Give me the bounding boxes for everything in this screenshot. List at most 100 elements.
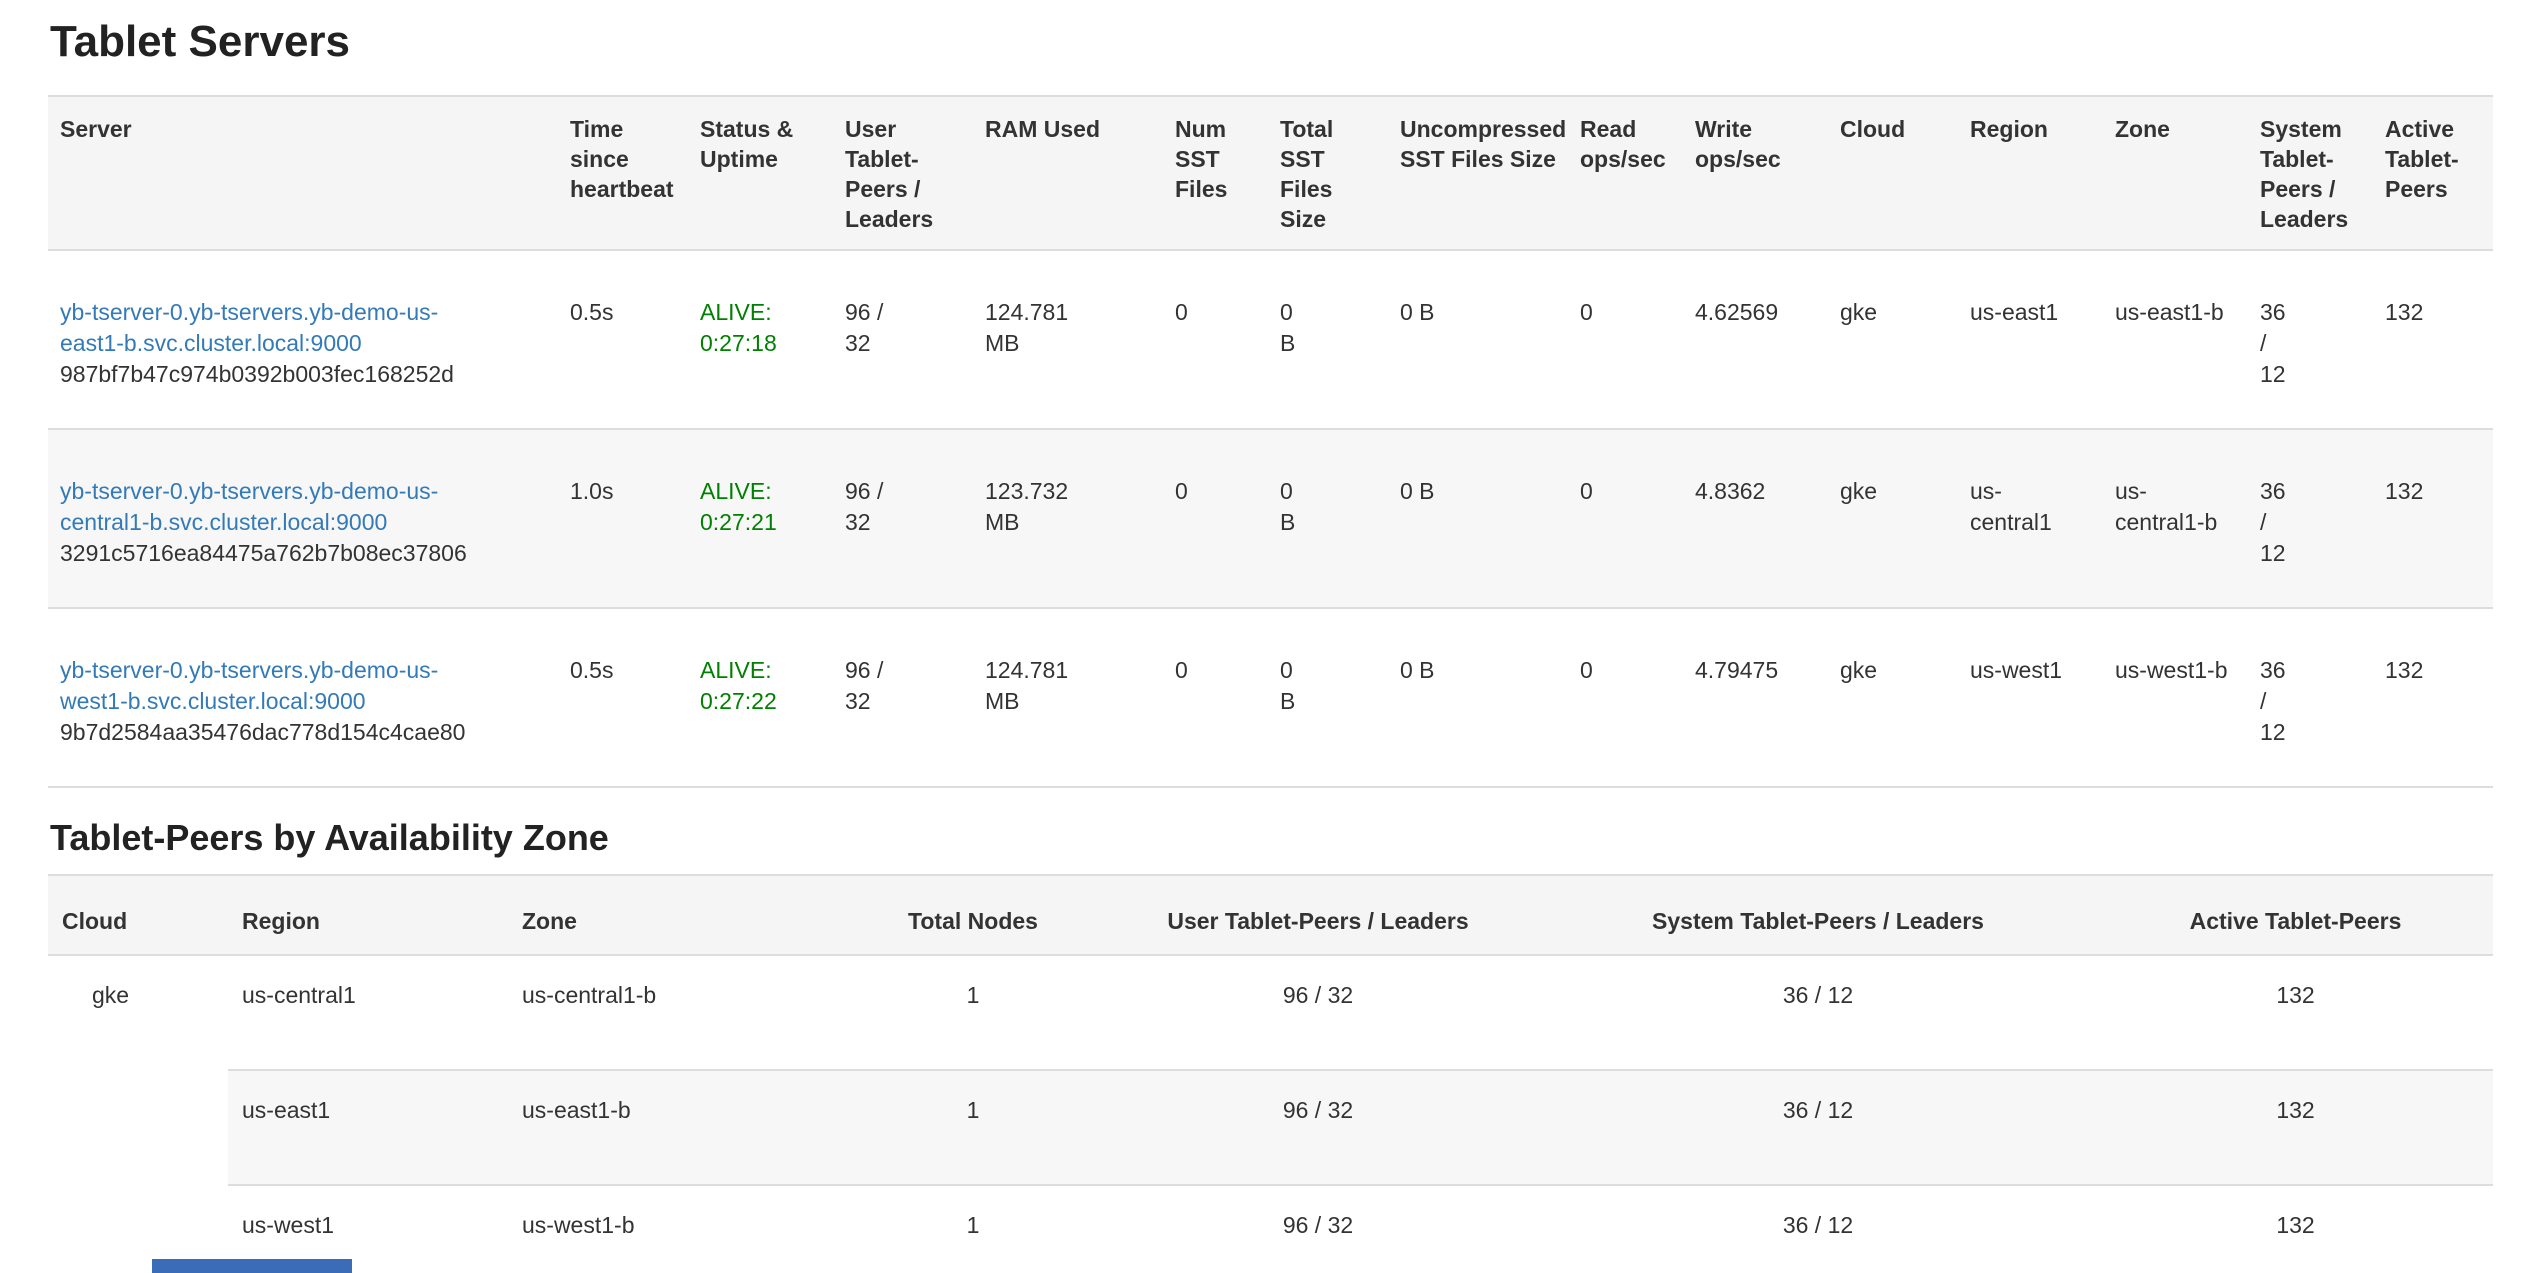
tablet-server-row: yb-tserver-0.yb-tservers.yb-demo-us-east… [48, 250, 2493, 429]
total-sst-size-value: 0 B [1280, 297, 1300, 359]
cell-zone: us-east1-b [508, 1070, 848, 1185]
az-header-row: Cloud Region Zone Total Nodes User Table… [48, 875, 2493, 955]
cell-read-ops: 0 [1568, 250, 1683, 429]
cell-system-tablet-peers: 36 / 12 [2248, 608, 2373, 787]
cell-time-since-heartbeat: 0.5s [558, 608, 688, 787]
col-header-num-sst-files: Num SST Files [1163, 96, 1268, 250]
cell-region: us-east1 [228, 1070, 508, 1185]
cell-total-sst-size: 0 B [1268, 250, 1388, 429]
col-header-zone: Zone [508, 875, 848, 955]
col-header-ram-used: RAM Used [973, 96, 1163, 250]
cell-cloud: gke [1828, 250, 1958, 429]
cell-system-tablet-peers: 36 / 12 [2248, 429, 2373, 608]
cell-ram-used: 124.781 MB [973, 608, 1163, 787]
cell-uncompressed-sst-size: 0 B [1388, 608, 1568, 787]
cell-user-tablet-peers: 96 / 32 [1098, 1185, 1538, 1273]
server-link[interactable]: yb-tserver-0.yb-tservers.yb-demo-us-west… [60, 657, 438, 714]
server-link[interactable]: yb-tserver-0.yb-tservers.yb-demo-us-east… [60, 299, 438, 356]
cell-zone: us-west1-b [2103, 608, 2248, 787]
tablet-server-row: yb-tserver-0.yb-tservers.yb-demo-us-west… [48, 608, 2493, 787]
cell-user-tablet-peers: 96 / 32 [1098, 1070, 1538, 1185]
cell-status-uptime: ALIVE: 0:27:22 [688, 608, 833, 787]
col-header-user-tablet-peers: User Tablet-Peers / Leaders [1098, 875, 1538, 955]
cell-server: yb-tserver-0.yb-tservers.yb-demo-us-east… [48, 250, 558, 429]
system-tablet-peers-value: 36 / 12 [2260, 655, 2294, 748]
cell-region: us-west1 [1958, 608, 2103, 787]
col-header-user-tablet-peers: User Tablet-Peers / Leaders [833, 96, 973, 250]
cell-system-tablet-peers: 36 / 12 [2248, 250, 2373, 429]
col-header-zone: Zone [2103, 96, 2248, 250]
cell-active-tablet-peers: 132 [2098, 1070, 2493, 1185]
col-header-read-ops: Read ops/sec [1568, 96, 1683, 250]
cell-write-ops: 4.8362 [1683, 429, 1828, 608]
ram-used-value: 124.781 MB [985, 297, 1080, 359]
cell-write-ops: 4.62569 [1683, 250, 1828, 429]
cell-time-since-heartbeat: 0.5s [558, 250, 688, 429]
cell-zone: us-east1-b [2103, 250, 2248, 429]
status-alive-text: ALIVE: 0:27:18 [700, 299, 777, 356]
cell-total-sst-size: 0 B [1268, 429, 1388, 608]
col-header-region: Region [1958, 96, 2103, 250]
server-link[interactable]: yb-tserver-0.yb-tservers.yb-demo-us-cent… [60, 478, 438, 535]
cell-active-tablet-peers: 132 [2098, 1185, 2493, 1273]
server-uuid: 987bf7b47c974b0392b003fec168252d [60, 359, 494, 390]
cell-total-nodes: 1 [848, 1070, 1098, 1185]
cell-region: us-central1 [228, 955, 508, 1070]
col-header-active-tablet-peers: Active Tablet-Peers [2098, 875, 2493, 955]
az-table: Cloud Region Zone Total Nodes User Table… [48, 874, 2493, 1273]
cell-user-tablet-peers: 96 / 32 [1098, 955, 1538, 1070]
cell-read-ops: 0 [1568, 429, 1683, 608]
az-row: gke us-central1 us-central1-b 1 96 / 32 … [48, 955, 2493, 1070]
region-value: us-central1 [1970, 476, 2065, 538]
system-tablet-peers-value: 36 / 12 [2260, 476, 2294, 569]
col-header-time-since-heartbeat: Time since heartbeat [558, 96, 688, 250]
col-header-status-uptime: Status & Uptime [688, 96, 833, 250]
cell-uncompressed-sst-size: 0 B [1388, 429, 1568, 608]
cell-user-tablet-peers: 96 / 32 [833, 429, 973, 608]
cell-read-ops: 0 [1568, 608, 1683, 787]
ram-used-value: 123.732 MB [985, 476, 1080, 538]
cell-active-tablet-peers: 132 [2373, 608, 2493, 787]
cell-total-sst-size: 0 B [1268, 608, 1388, 787]
server-uuid: 9b7d2584aa35476dac778d154c4cae80 [60, 717, 494, 748]
cell-num-sst-files: 0 [1163, 608, 1268, 787]
col-header-active-tablet-peers: Active Tablet-Peers [2373, 96, 2493, 250]
cell-system-tablet-peers: 36 / 12 [1538, 1070, 2098, 1185]
cell-zone: us-central1-b [508, 955, 848, 1070]
az-row: us-west1 us-west1-b 1 96 / 32 36 / 12 13… [48, 1185, 2493, 1273]
system-tablet-peers-value: 36 / 12 [2260, 297, 2294, 390]
cell-ram-used: 123.732 MB [973, 429, 1163, 608]
status-alive-text: ALIVE: 0:27:22 [700, 657, 777, 714]
cell-cloud: gke [48, 955, 228, 1273]
ram-used-value: 124.781 MB [985, 655, 1080, 717]
col-header-system-tablet-peers: System Tablet-Peers / Leaders [1538, 875, 2098, 955]
cell-total-nodes: 1 [848, 1185, 1098, 1273]
total-sst-size-value: 0 B [1280, 476, 1300, 538]
cell-write-ops: 4.79475 [1683, 608, 1828, 787]
cell-server: yb-tserver-0.yb-tservers.yb-demo-us-west… [48, 608, 558, 787]
tablet-servers-header-row: Server Time since heartbeat Status & Upt… [48, 96, 2493, 250]
cell-uncompressed-sst-size: 0 B [1388, 250, 1568, 429]
cell-active-tablet-peers: 132 [2098, 955, 2493, 1070]
cell-num-sst-files: 0 [1163, 429, 1268, 608]
cell-user-tablet-peers: 96 / 32 [833, 608, 973, 787]
cell-status-uptime: ALIVE: 0:27:21 [688, 429, 833, 608]
region-value: us-east1 [1970, 297, 2065, 328]
cell-active-tablet-peers: 132 [2373, 429, 2493, 608]
status-alive-text: ALIVE: 0:27:21 [700, 478, 777, 535]
col-header-uncompressed-sst-size: Uncompressed SST Files Size [1388, 96, 1568, 250]
cell-ram-used: 124.781 MB [973, 250, 1163, 429]
col-header-write-ops: Write ops/sec [1683, 96, 1828, 250]
cell-region: us-east1 [1958, 250, 2103, 429]
cell-system-tablet-peers: 36 / 12 [1538, 1185, 2098, 1273]
col-header-total-sst-size: Total SST Files Size [1268, 96, 1388, 250]
tablet-servers-table: Server Time since heartbeat Status & Upt… [48, 95, 2493, 788]
user-tablet-peers-value: 96 / 32 [845, 476, 905, 538]
cell-cloud: gke [1828, 608, 1958, 787]
az-tbody: gke us-central1 us-central1-b 1 96 / 32 … [48, 955, 2493, 1273]
footer-logo-fragment [152, 1259, 352, 1273]
cell-user-tablet-peers: 96 / 32 [833, 250, 973, 429]
cell-cloud: gke [1828, 429, 1958, 608]
total-sst-size-value: 0 B [1280, 655, 1300, 717]
page-title: Tablet Servers [50, 16, 2493, 68]
